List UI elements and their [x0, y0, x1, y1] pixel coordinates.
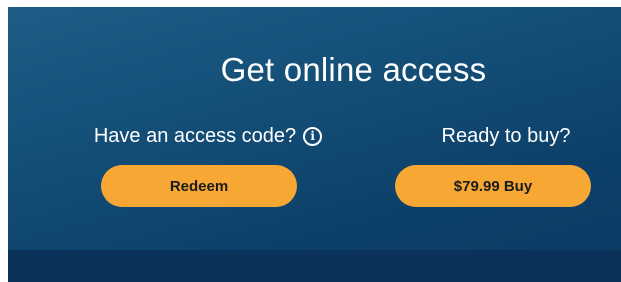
access-code-prompt: Have an access code? i: [93, 125, 323, 148]
purchase-section: Ready to buy?: [406, 125, 606, 148]
panel-footer-strip: [8, 250, 621, 282]
panel-title: Get online access: [220, 51, 487, 88]
redeem-button[interactable]: Redeem: [101, 165, 297, 207]
access-code-prompt-text: Have an access code?: [93, 125, 297, 147]
buy-button[interactable]: $79.99 Buy: [395, 165, 591, 207]
access-code-section: Have an access code? i: [78, 125, 338, 148]
online-access-panel: Get online access Have an access code? i…: [8, 7, 621, 282]
purchase-prompt: Ready to buy?: [441, 125, 571, 147]
info-icon[interactable]: i: [303, 127, 323, 146]
